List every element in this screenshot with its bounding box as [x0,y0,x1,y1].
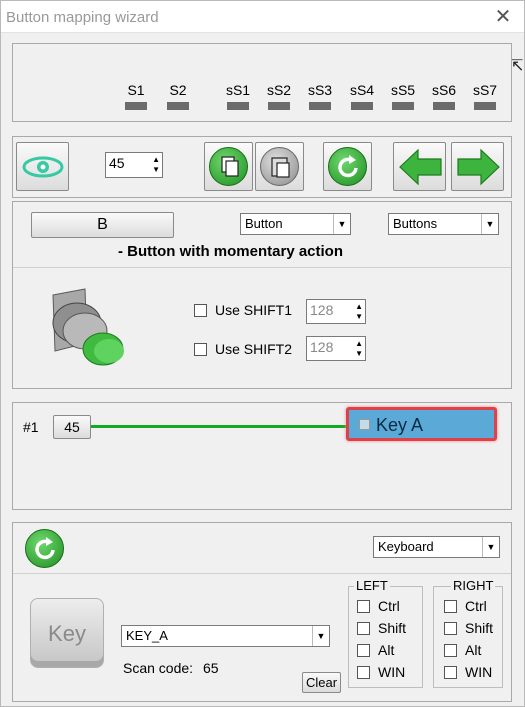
source-button[interactable]: 45 [53,415,91,439]
target-key-label: Key A [376,415,424,435]
shift2-spinner[interactable]: 128 ▲ ▼ [306,336,366,361]
next-button[interactable] [451,142,504,191]
right-group-title: RIGHT [451,578,496,593]
mapping-index-label: #1 [23,419,39,435]
use-shift1-checkbox[interactable] [194,304,207,317]
right-ctrl-checkbox[interactable] [444,600,457,613]
button-type-value: Button [245,216,283,231]
indicator-led-ss7 [474,102,496,110]
use-shift1-label: Use SHIFT1 [215,302,293,318]
left-win-label: WIN [378,664,406,680]
indicator-label-ss5: sS5 [390,82,416,98]
left-win-checkbox[interactable] [357,666,370,679]
push-button-image [52,288,124,366]
mapping-link-line [91,425,349,428]
shift1-spinner[interactable]: 128 ▲ ▼ [306,299,366,324]
indicator-led-ss5 [392,102,414,110]
indicator-led-ss1 [227,102,249,110]
refresh-icon [35,537,55,560]
copy-icon [209,147,248,186]
value-spinner[interactable]: 45 ▲ ▼ [105,152,163,178]
scan-code-value: 65 [203,660,219,676]
right-alt-checkbox[interactable] [444,644,457,657]
chevron-down-icon: ▼ [482,537,499,557]
window-title: Button mapping wizard [6,9,159,26]
left-alt-checkbox[interactable] [357,644,370,657]
indicator-label-ss7: sS7 [472,82,498,98]
indicator-led-ss6 [433,102,455,110]
right-shift-checkbox[interactable] [444,622,457,635]
button-type-select[interactable]: Button ▼ [240,213,351,235]
indicator-led-ss4 [351,102,373,110]
button-description: - Button with momentary action [118,243,343,260]
key-select[interactable]: KEY_A ▼ [121,625,330,647]
left-group-title: LEFT [354,578,390,593]
chevron-down-icon: ▼ [333,214,350,234]
refresh-icon [328,147,367,186]
scan-code-label: Scan code: [123,660,194,676]
indicator-label-ss1: sS1 [225,82,251,98]
paste-icon [260,147,299,186]
eye-icon [22,156,64,178]
indicator-label-ss2: sS2 [266,82,292,98]
device-select[interactable]: Keyboard ▼ [373,536,500,558]
previous-button[interactable] [393,142,446,191]
right-alt-label: Alt [465,642,482,658]
spin-up-icon[interactable]: ▲ [152,156,160,164]
button-category-value: Buttons [393,216,438,231]
indicator-label-s2: S2 [169,82,187,98]
shift2-value: 128 [310,339,334,355]
show-eye-button[interactable] [16,142,69,191]
title-bar: Button mapping wizard ✕ [1,1,524,33]
shift1-value: 128 [310,302,334,318]
chevron-down-icon: ▼ [481,214,498,234]
spin-up-icon[interactable]: ▲ [355,340,363,348]
button-mapping-wizard-window: Button mapping wizard ✕ ⇱ S1 S2 sS1 sS2 … [0,0,525,707]
use-shift2-label: Use SHIFT2 [215,341,293,357]
spin-down-icon[interactable]: ▼ [152,166,160,174]
spin-up-icon[interactable]: ▲ [355,303,363,311]
settings-divider [13,267,511,268]
indicator-label-ss3: sS3 [307,82,333,98]
chevron-down-icon: ▼ [312,626,329,646]
indicator-label-s1: S1 [127,82,145,98]
value-spinner-text: 45 [109,155,125,171]
left-ctrl-label: Ctrl [378,598,400,614]
target-key-box[interactable]: Key A [346,407,497,441]
indicator-led-ss2 [268,102,290,110]
indicator-led-s2 [167,102,189,110]
left-ctrl-checkbox[interactable] [357,600,370,613]
spin-down-icon[interactable]: ▼ [355,350,363,358]
paste-button[interactable] [255,142,304,191]
left-alt-label: Alt [378,642,395,658]
indicator-label-ss6: sS6 [431,82,457,98]
indicator-led-ss3 [309,102,331,110]
mouse-cursor-icon: ⇱ [510,58,524,75]
spin-down-icon[interactable]: ▼ [355,313,363,321]
device-select-value: Keyboard [378,539,434,554]
indicator-label-ss4: sS4 [349,82,375,98]
clear-button[interactable]: Clear [302,672,341,693]
key-select-value: KEY_A [126,628,168,643]
reset-button[interactable] [323,142,372,191]
copy-button[interactable] [204,142,253,191]
key-icon-label: Key [48,621,86,646]
use-shift2-checkbox[interactable] [194,343,207,356]
close-icon[interactable]: ✕ [491,5,515,29]
button-name-button[interactable]: B [31,212,174,238]
left-shift-label: Shift [378,620,407,636]
keyboard-divider [13,573,511,574]
right-win-label: WIN [465,664,493,680]
right-ctrl-label: Ctrl [465,598,487,614]
button-category-select[interactable]: Buttons ▼ [388,213,499,235]
arrow-left-icon [399,148,442,186]
indicator-led-s1 [125,102,147,110]
target-key-checkbox[interactable] [359,419,370,430]
arrow-right-icon [457,148,500,186]
right-win-checkbox[interactable] [444,666,457,679]
key-icon: Key [30,598,104,668]
left-shift-checkbox[interactable] [357,622,370,635]
right-shift-label: Shift [465,620,494,636]
keyboard-reset-button[interactable] [25,529,64,568]
